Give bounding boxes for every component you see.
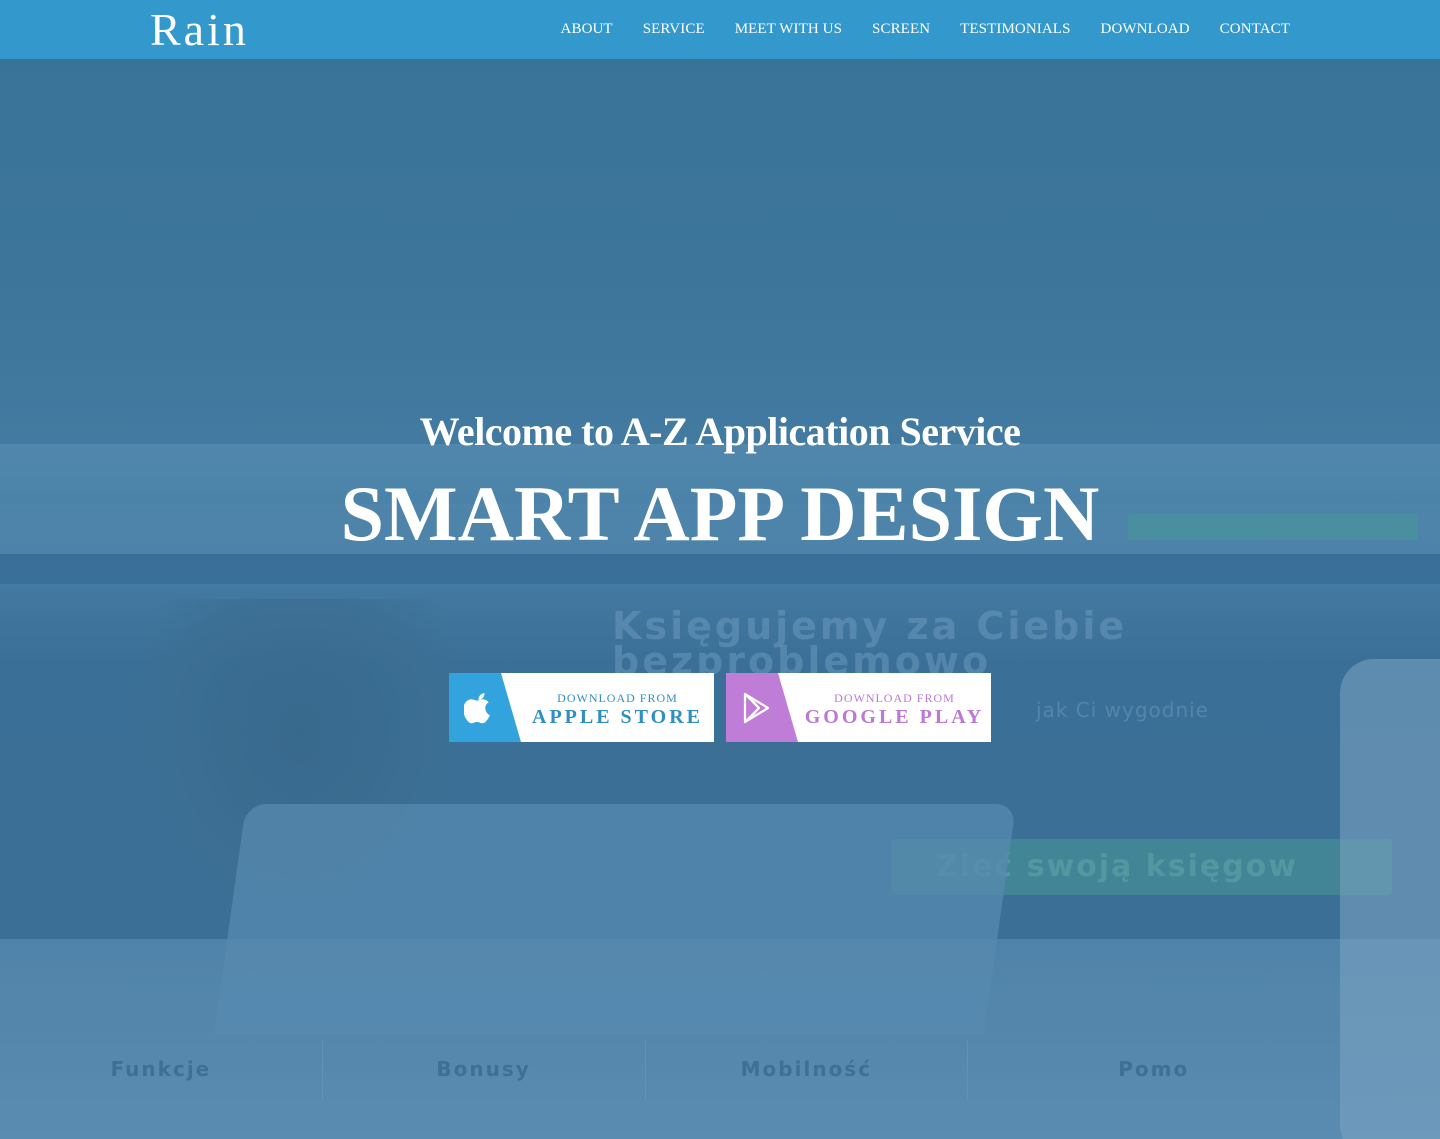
google-play-icon <box>743 692 770 724</box>
apple-store-icon-panel <box>449 673 521 742</box>
nav-link-screen[interactable]: SCREEN <box>872 21 930 38</box>
google-play-small-label: DOWNLOAD FROM <box>834 691 955 705</box>
apple-store-small-label: DOWNLOAD FROM <box>557 691 678 705</box>
google-play-button[interactable]: DOWNLOAD FROM GOOGLE PLAY <box>726 673 991 742</box>
apple-store-label: APPLE STORE <box>532 706 703 728</box>
nav-link-meet-with-us[interactable]: MEET WITH US <box>735 21 842 38</box>
hero-content: Welcome to A-Z Application Service SMART… <box>0 59 1440 1139</box>
navbar: Rain ABOUT SERVICE MEET WITH US SCREEN T… <box>0 0 1440 59</box>
hero-title: SMART APP DESIGN <box>340 470 1100 557</box>
logo[interactable]: Rain <box>150 4 249 56</box>
google-play-icon-panel <box>726 673 798 742</box>
hero-subtitle: Welcome to A-Z Application Service <box>419 409 1021 454</box>
nav-link-contact[interactable]: CONTACT <box>1220 21 1290 38</box>
apple-store-button[interactable]: DOWNLOAD FROM APPLE STORE <box>449 673 714 742</box>
apple-store-text: DOWNLOAD FROM APPLE STORE <box>521 673 714 742</box>
google-play-text: DOWNLOAD FROM GOOGLE PLAY <box>798 673 991 742</box>
nav-link-testimonials[interactable]: TESTIMONIALS <box>960 21 1070 38</box>
apple-icon <box>464 693 490 724</box>
nav-menu: ABOUT SERVICE MEET WITH US SCREEN TESTIM… <box>531 0 1290 59</box>
nav-link-download[interactable]: DOWNLOAD <box>1101 21 1190 38</box>
nav-link-about[interactable]: ABOUT <box>561 21 613 38</box>
nav-link-service[interactable]: SERVICE <box>643 21 705 38</box>
google-play-label: GOOGLE PLAY <box>804 706 985 728</box>
